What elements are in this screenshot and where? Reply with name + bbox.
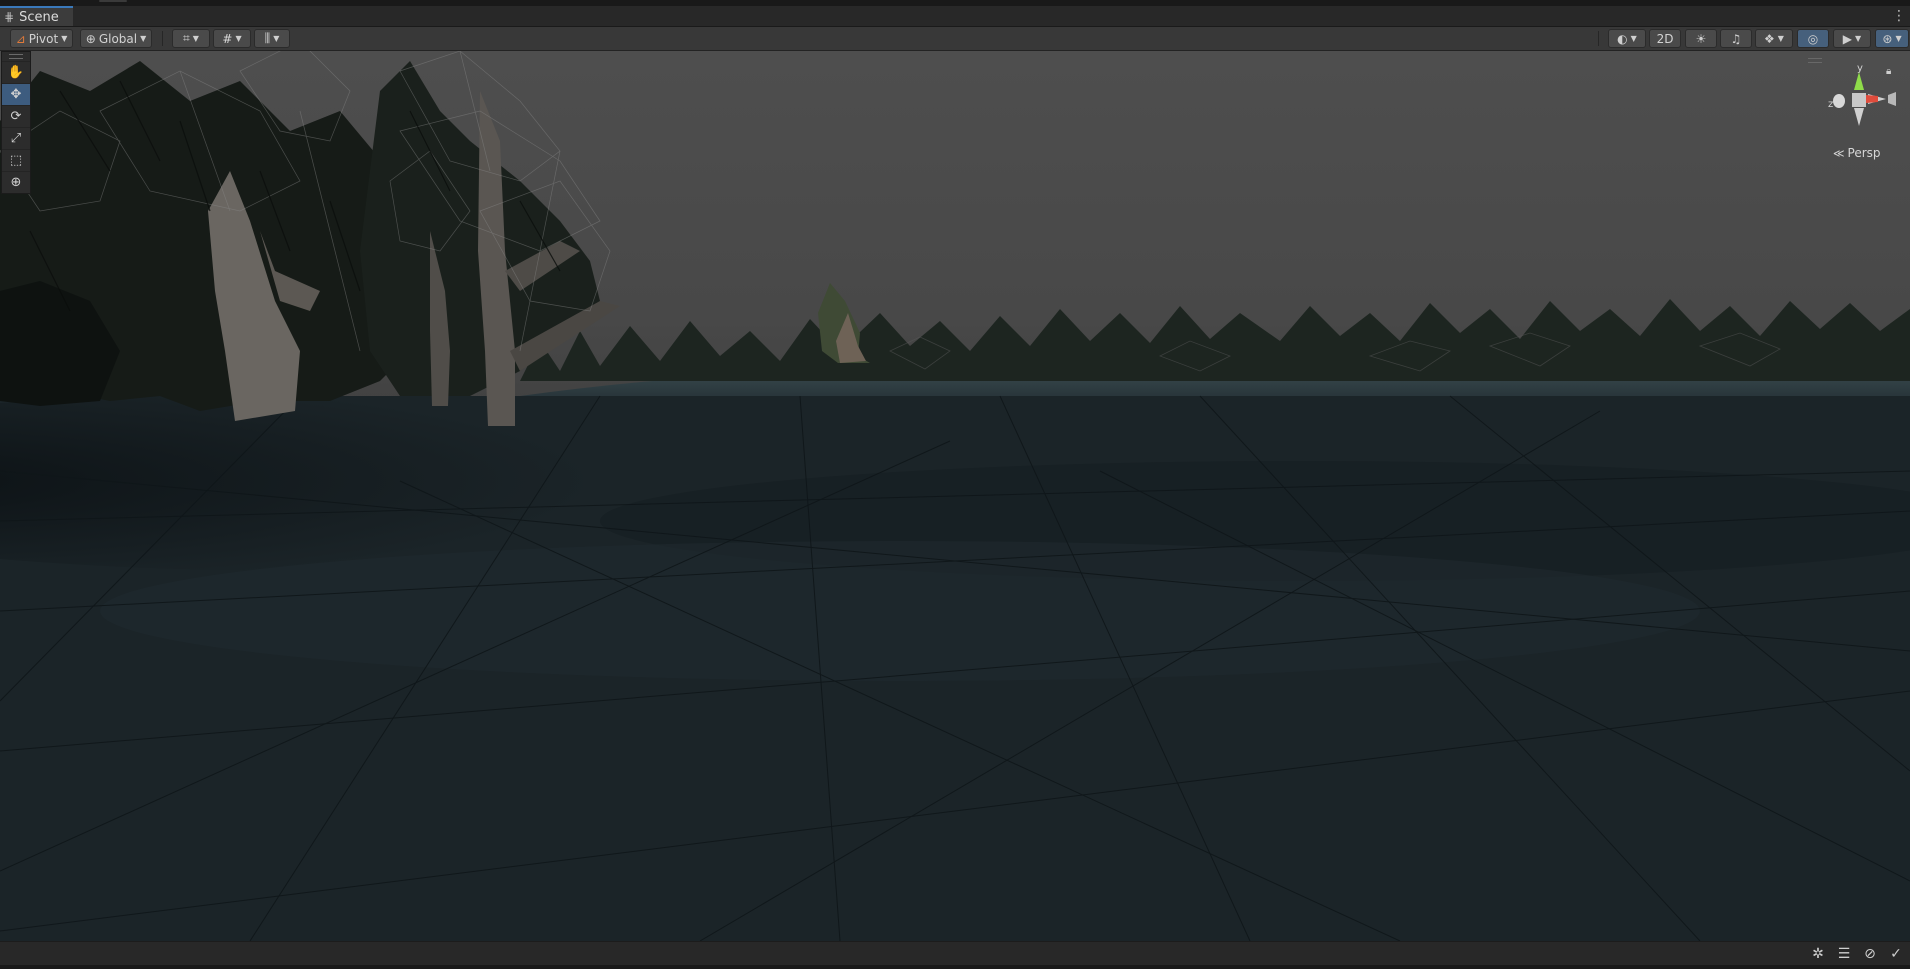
overlay-grip-handle[interactable] [1808, 58, 1822, 63]
global-label: Global [98, 31, 138, 46]
transform-tool-icon[interactable]: ⊕ [2, 171, 30, 193]
chevron-down-icon: ▼ [192, 34, 199, 43]
scene-toolbar: ⊿ Pivot ▼ ⊕ Global ▼ ⌗ ▼ # ▼ ⫼ ▼ ◐ ▼ 2D … [0, 27, 1910, 51]
toolbar-divider [162, 31, 163, 46]
grid-visibility-icon: # [222, 31, 233, 46]
check-icon[interactable]: ✓ [1888, 946, 1904, 962]
projection-label: Persp [1847, 146, 1881, 160]
scene-render [0, 51, 1910, 941]
audio-icon: ♫ [1730, 31, 1742, 46]
increment-snap-dropdown[interactable]: ⫼ ▼ [254, 29, 290, 48]
layers-icon[interactable]: ☰ [1836, 946, 1852, 962]
mode-2d-label: 2D [1656, 31, 1674, 46]
scene-visibility-toggle[interactable]: ◎ [1797, 29, 1829, 48]
lighting-toggle[interactable]: ☀ [1685, 29, 1717, 48]
kebab-menu-icon[interactable]: ⋮ [1892, 6, 1906, 26]
lighting-icon: ☀ [1695, 31, 1707, 46]
pivot-icon: ⊿ [15, 31, 26, 46]
status-bar: ✲ ☰ ⊘ ✓ [0, 941, 1910, 966]
audio-toggle[interactable]: ♫ [1720, 29, 1752, 48]
toolbar-divider [1598, 31, 1599, 46]
draw-mode-icon: ◐ [1617, 31, 1628, 46]
perspective-icon: ≪ [1833, 146, 1845, 160]
camera-dropdown[interactable]: ▶ ▼ [1833, 29, 1871, 48]
global-icon: ⊕ [85, 31, 96, 46]
scale-tool-icon[interactable]: ⤢ [2, 127, 30, 149]
grid-icon: ⋕ [4, 10, 15, 24]
chevron-down-icon: ▼ [61, 34, 68, 43]
effects-icon: ❖ [1764, 31, 1775, 46]
grid-visibility-dropdown[interactable]: # ▼ [213, 29, 251, 48]
tab-scene-label: Scene [19, 9, 59, 25]
gizmos-icon: ⊛ [1882, 31, 1893, 46]
scene-visibility-icon: ◎ [1807, 31, 1819, 46]
effects-dropdown[interactable]: ❖ ▼ [1755, 29, 1793, 48]
window-tab-marker [99, 0, 127, 2]
snap-grid-icon: ⌗ [183, 31, 190, 45]
hand-tool-icon[interactable]: ✋ [2, 61, 30, 83]
snap-grid-dropdown[interactable]: ⌗ ▼ [172, 29, 210, 48]
draw-mode-dropdown[interactable]: ◐ ▼ [1608, 29, 1646, 48]
move-tool-icon[interactable]: ✥ [2, 83, 30, 105]
hidden-icon[interactable]: ⊘ [1862, 946, 1878, 962]
chevron-down-icon: ▼ [140, 34, 147, 43]
pivot-label: Pivot [28, 31, 59, 46]
tools-grip-handle[interactable] [2, 52, 30, 61]
gizmo-y-label: y [1857, 63, 1863, 74]
gizmos-dropdown[interactable]: ⊛ ▼ [1875, 29, 1909, 48]
chevron-down-icon: ▼ [1895, 34, 1902, 43]
tab-scene[interactable]: ⋕ Scene [0, 6, 73, 26]
chevron-down-icon: ▼ [1777, 34, 1784, 43]
global-dropdown[interactable]: ⊕ Global ▼ [80, 29, 152, 48]
tab-bar: ⋕ Scene ⋮ [0, 6, 1910, 27]
lock-icon[interactable]: 🔒︎ [1886, 66, 1891, 77]
pivot-dropdown[interactable]: ⊿ Pivot ▼ [10, 29, 73, 48]
mode-2d-toggle[interactable]: 2D [1649, 29, 1681, 48]
chevron-down-icon: ▼ [1855, 34, 1862, 43]
chevron-down-icon: ▼ [1630, 34, 1637, 43]
chevron-down-icon: ▼ [235, 34, 242, 43]
increment-snap-icon: ⫼ [264, 31, 271, 45]
camera-icon: ▶ [1842, 31, 1853, 46]
gizmo-z-label: z [1828, 99, 1833, 110]
projection-toggle[interactable]: ≪ Persp [1833, 146, 1881, 160]
rotate-tool-icon[interactable]: ⟳ [2, 105, 30, 127]
chevron-down-icon: ▼ [273, 34, 280, 43]
debug-icon[interactable]: ✲ [1810, 946, 1826, 962]
tools-palette: ✋ ✥ ⟳ ⤢ ⬚ ⊕ [1, 51, 31, 194]
scene-viewport[interactable] [0, 51, 1910, 941]
window-bottom-edge [0, 965, 1910, 969]
rect-tool-icon[interactable]: ⬚ [2, 149, 30, 171]
